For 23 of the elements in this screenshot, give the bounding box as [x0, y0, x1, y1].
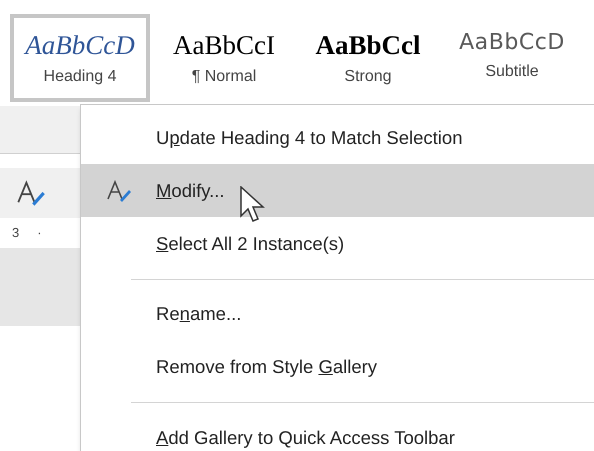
- menu-item-label: Add Gallery to Quick Access Toolbar: [156, 426, 455, 450]
- menu-item-label: Remove from Style Gallery: [156, 355, 378, 380]
- mouse-pointer-icon: [240, 186, 266, 224]
- menu-item-label: Update Heading 4 to Match Selection: [156, 126, 462, 150]
- style-sample: AaBbCcD: [25, 32, 135, 59]
- style-label: Strong: [344, 69, 392, 85]
- style-label: ¶ Normal: [192, 69, 256, 85]
- ruler-number: 3: [12, 224, 20, 242]
- menu-item-label: Select All 2 Instance(s): [156, 232, 344, 256]
- ruler-tick: ·: [37, 224, 42, 242]
- style-label: Heading 4: [44, 69, 116, 85]
- menu-item[interactable]: Modify...: [81, 164, 594, 218]
- style-sample: AaBbCcD: [459, 32, 565, 54]
- style-tile[interactable]: AaBbCcD Heading 4: [10, 14, 150, 102]
- style-sample: AaBbCcl: [315, 32, 420, 59]
- style-tile[interactable]: AaBbCcD Subtitle: [442, 14, 582, 102]
- style-brush-icon: [16, 178, 46, 208]
- menu-item-label: Rename...: [156, 302, 242, 326]
- style-label: Subtitle: [485, 64, 539, 80]
- style-tile[interactable]: AaBbCcl Strong: [298, 14, 438, 102]
- menu-item-label: Modify...: [156, 178, 225, 203]
- style-sample: AaBbCcI: [173, 32, 275, 59]
- style-tile[interactable]: AaBbCcI ¶ Normal: [154, 14, 294, 102]
